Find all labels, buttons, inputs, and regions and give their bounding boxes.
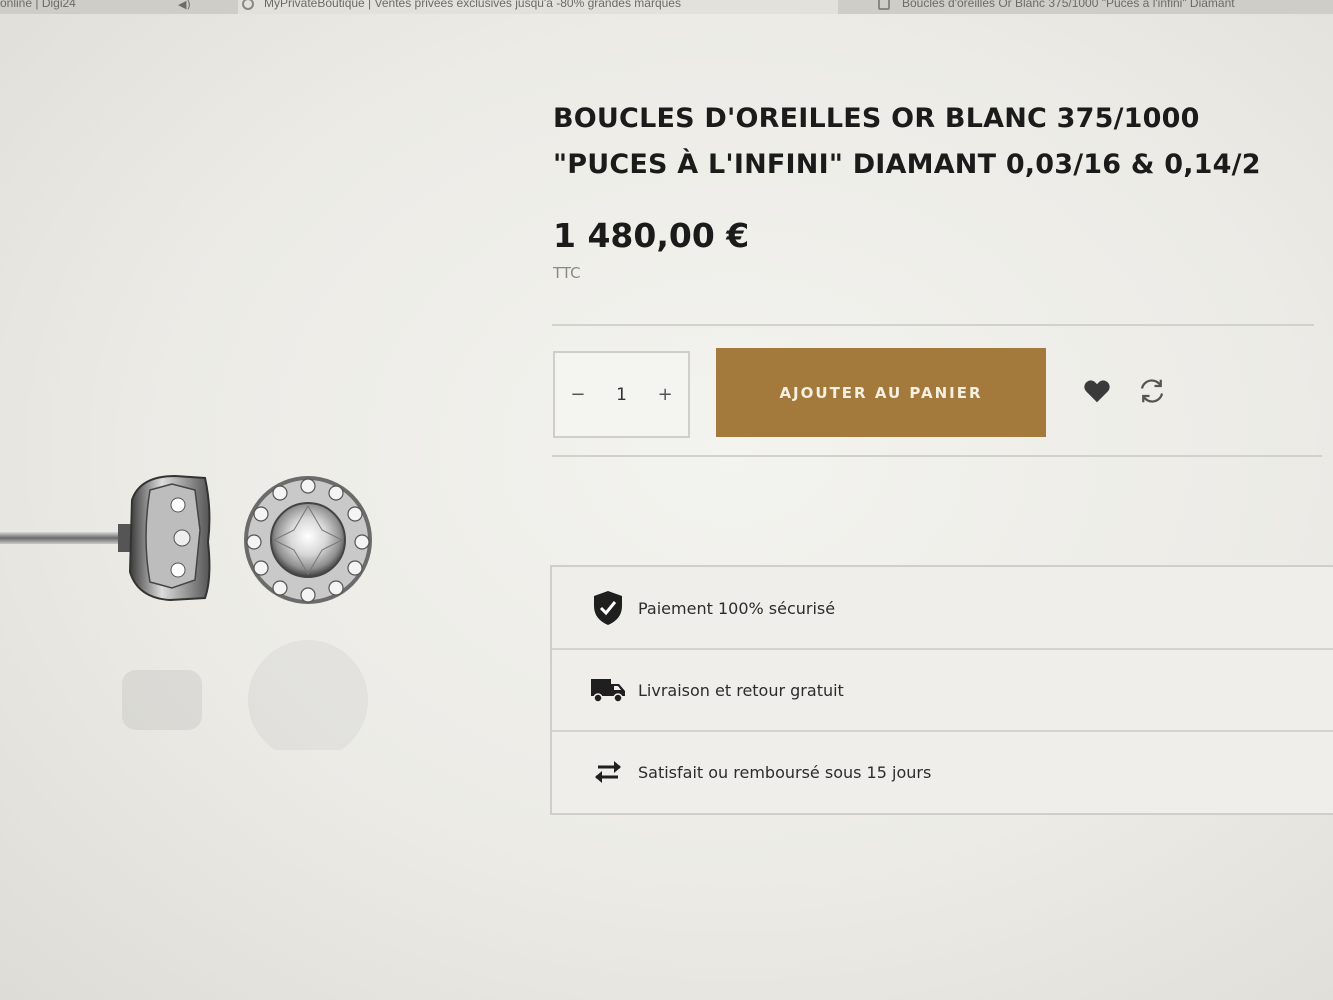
arrows-exchange-icon: [588, 752, 628, 792]
reassurance-item-refund: Satisfait ou remboursé sous 15 jours: [552, 730, 1333, 812]
quantity-value[interactable]: 1: [616, 385, 627, 405]
reassurance-item-secure-payment: Paiement 100% sécurisé: [552, 567, 1333, 649]
quantity-stepper[interactable]: − 1 +: [553, 351, 690, 438]
reassurance-label: Livraison et retour gratuit: [638, 680, 844, 700]
divider: [552, 455, 1322, 457]
decrement-button[interactable]: −: [570, 384, 585, 405]
shield-check-icon: [588, 588, 628, 628]
reassurance-label: Satisfait ou remboursé sous 15 jours: [638, 762, 932, 782]
tab-label: Boucles d'oreilles Or Blanc 375/1000 "Pu…: [902, 0, 1235, 10]
diamond-stud-earrings-image: [0, 474, 372, 750]
favicon-icon: [878, 0, 890, 10]
browser-tab-bar: online | Digi24 ◀) MyPrivateBoutique | V…: [0, 0, 1333, 14]
browser-tab-myprivateboutique[interactable]: MyPrivateBoutique | Ventes privées exclu…: [238, 0, 838, 14]
product-title: BOUCLES D'OREILLES OR BLANC 375/1000 "PU…: [553, 96, 1313, 188]
product-title-line-2: "PUCES À L'INFINI" DIAMANT 0,03/16 & 0,1…: [553, 149, 1261, 180]
refresh-icon[interactable]: [1137, 376, 1167, 406]
tax-label: TTC: [553, 264, 581, 282]
browser-tab-product[interactable]: Boucles d'oreilles Or Blanc 375/1000 "Pu…: [872, 0, 1333, 14]
tab-label: MyPrivateBoutique | Ventes privées exclu…: [264, 0, 681, 10]
heart-icon[interactable]: [1082, 376, 1112, 406]
reassurance-panel: Paiement 100% sécurisé Livraison et reto…: [550, 565, 1333, 815]
truck-icon: [588, 670, 628, 710]
speaker-icon[interactable]: ◀): [178, 0, 191, 11]
divider: [552, 324, 1314, 326]
reassurance-label: Paiement 100% sécurisé: [638, 598, 836, 618]
browser-tab-digi24[interactable]: online | Digi24: [0, 0, 76, 14]
increment-button[interactable]: +: [658, 384, 673, 405]
loading-icon: [242, 0, 254, 10]
product-title-line-1: BOUCLES D'OREILLES OR BLANC 375/1000: [553, 103, 1200, 134]
tab-label: online | Digi24: [0, 0, 76, 10]
product-price: 1 480,00 €: [553, 216, 750, 255]
reassurance-item-free-delivery: Livraison et retour gratuit: [552, 648, 1333, 730]
add-to-cart-button[interactable]: AJOUTER AU PANIER: [716, 348, 1046, 437]
